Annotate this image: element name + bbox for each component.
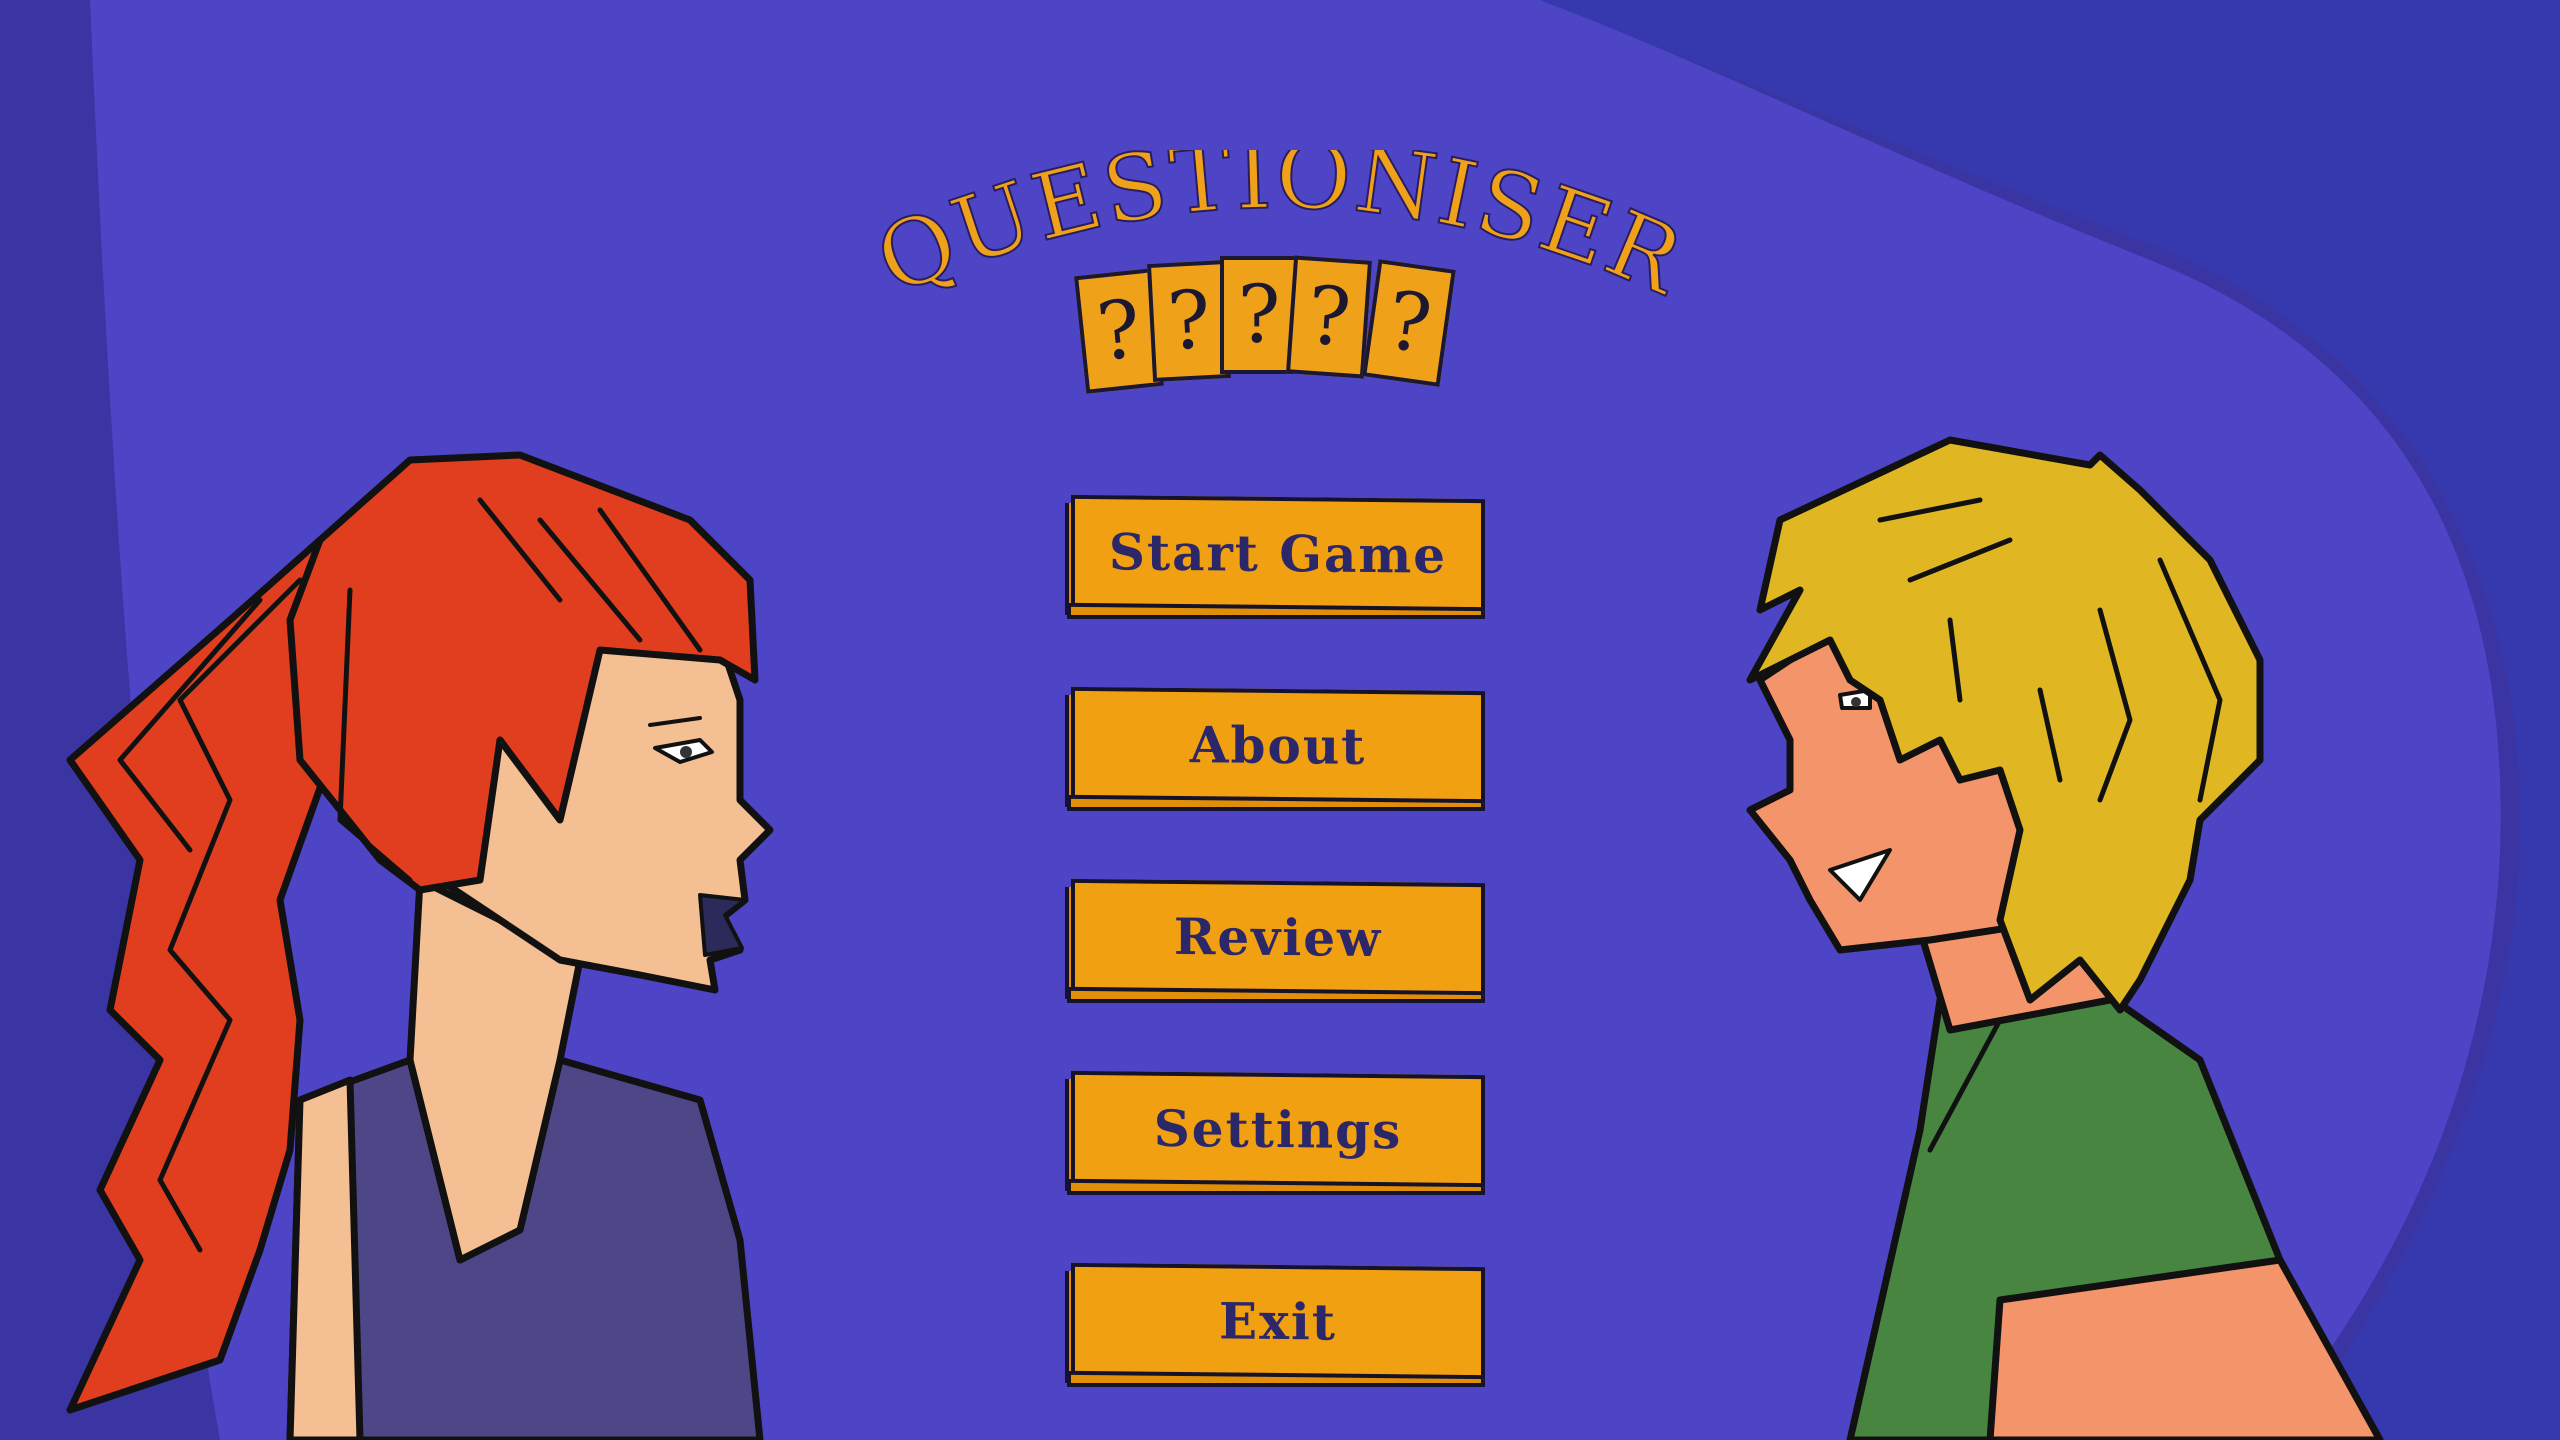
review-label: Review — [1173, 906, 1383, 968]
about-label: About — [1189, 714, 1367, 776]
start-game-button[interactable]: Start Game — [1065, 494, 1490, 625]
button-face: About — [1071, 686, 1485, 804]
about-button[interactable]: About — [1065, 686, 1490, 817]
settings-label: Settings — [1153, 1098, 1403, 1160]
game-logo: QUESTIONISER ? ? ? ? ? — [880, 150, 1680, 420]
button-face: Settings — [1071, 1070, 1485, 1188]
exit-label: Exit — [1218, 1290, 1337, 1352]
settings-button[interactable]: Settings — [1065, 1070, 1490, 1201]
button-face: Exit — [1071, 1262, 1485, 1380]
question-card: ? — [1146, 260, 1232, 382]
question-card: ? — [1362, 259, 1456, 387]
start-game-label: Start Game — [1108, 521, 1448, 585]
main-menu: Start Game About Review Settings Exit — [1065, 494, 1495, 1393]
button-face: Review — [1071, 878, 1485, 996]
main-menu-screen: QUESTIONISER ? ? ? ? ? Start Game About — [0, 0, 2560, 1440]
question-cards: ? ? ? ? ? — [1074, 250, 1480, 410]
question-card: ? — [1285, 255, 1373, 379]
exit-button[interactable]: Exit — [1065, 1262, 1490, 1393]
review-button[interactable]: Review — [1065, 878, 1490, 1009]
button-face: Start Game — [1071, 494, 1485, 612]
